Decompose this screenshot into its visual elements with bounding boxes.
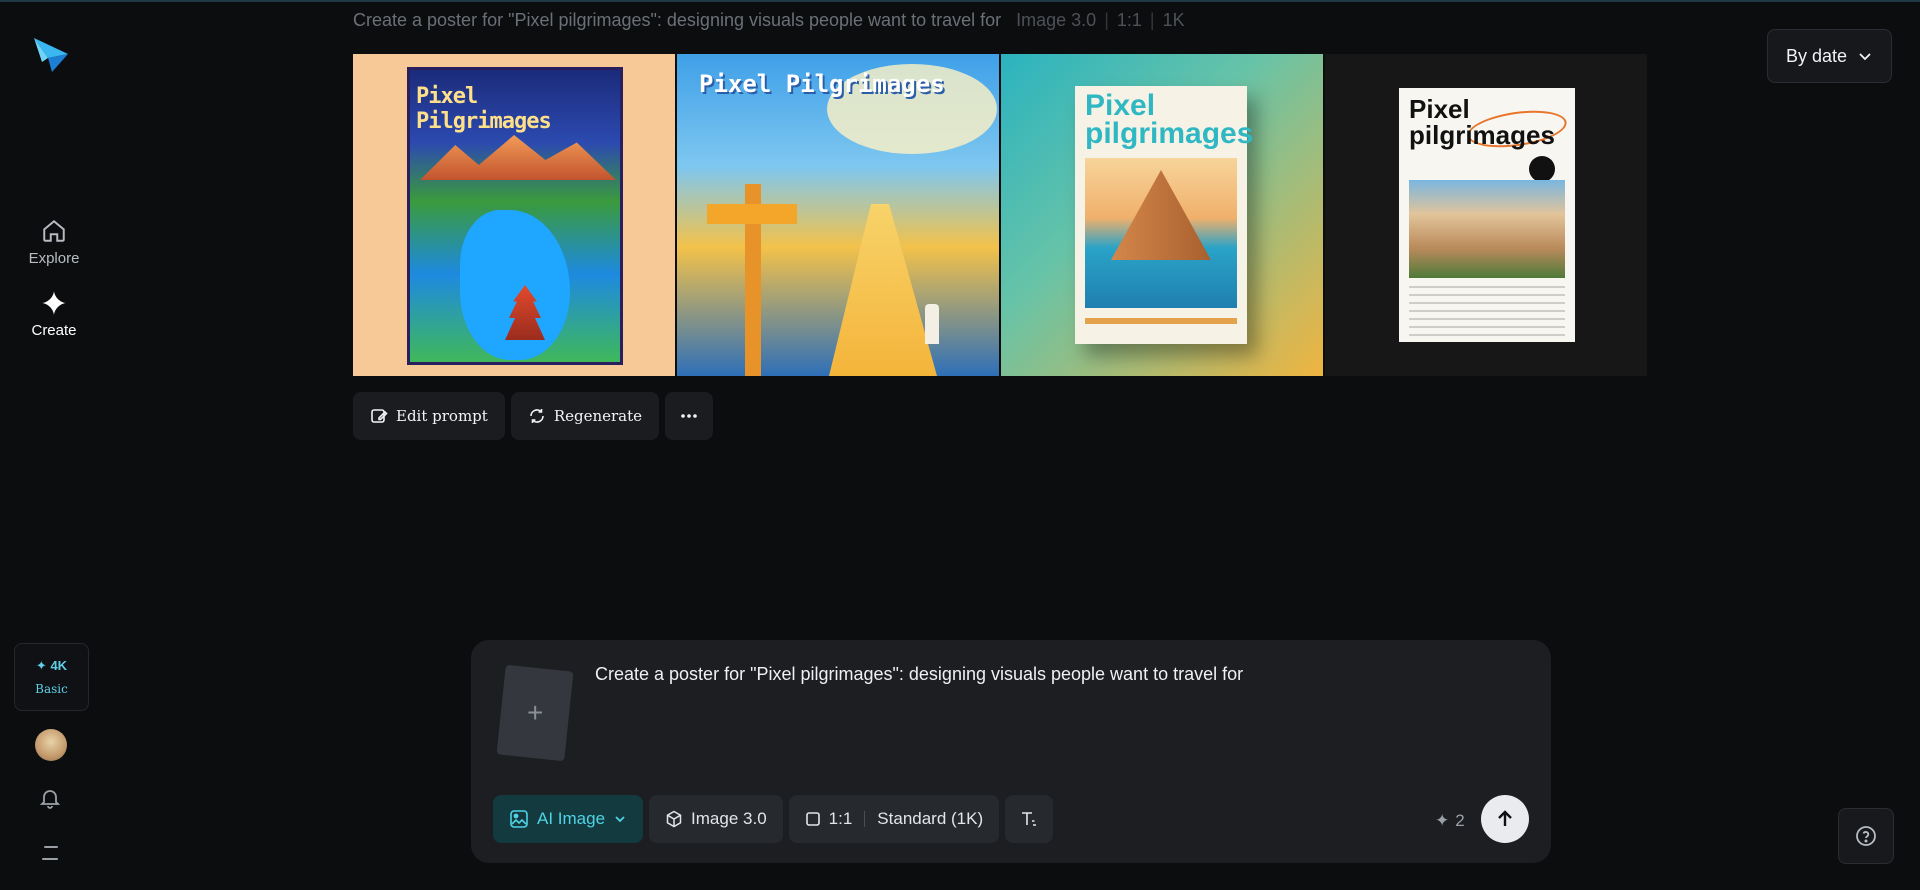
sidebar: Explore Create ✦ 4K Basic (0, 0, 108, 890)
edit-prompt-label: Edit prompt (396, 407, 488, 425)
poster-art: Pixel Pilgrimages (407, 67, 623, 365)
upload-reference-button[interactable]: + (496, 664, 574, 762)
sort-label: By date (1785, 45, 1848, 66)
prompt-composer: + Create a poster for "Pixel pilgrimages… (471, 640, 1551, 863)
plus-icon: + (526, 696, 544, 728)
mode-selector[interactable]: AI Image (493, 795, 644, 843)
sort-dropdown[interactable]: By date (1767, 29, 1892, 83)
top-border (0, 0, 1920, 2)
prompt-header-text: Create a poster for "Pixel pilgrimages":… (353, 10, 1002, 30)
prompt-header-ratio: 1:1 (1116, 10, 1142, 30)
town-scene (1409, 180, 1565, 278)
nav-create[interactable]: Create (14, 290, 94, 339)
more-horizontal-icon (681, 414, 697, 418)
credit-icon: ✦ (1435, 811, 1450, 830)
sign-shape (707, 204, 797, 224)
model-selector[interactable]: Image 3.0 (649, 795, 783, 843)
chevron-down-icon (1859, 53, 1871, 61)
image-actions: Edit prompt Regenerate (353, 392, 714, 440)
cube-icon (666, 810, 682, 828)
mode-label: AI Image (537, 809, 606, 828)
avatar[interactable] (35, 729, 67, 761)
more-options-button[interactable] (665, 392, 714, 440)
refresh-icon (530, 409, 544, 423)
prompt-header-model: Image 3.0 (1016, 10, 1097, 30)
pyramid-shape (1111, 170, 1211, 260)
body-text-lines (1409, 286, 1565, 336)
edit-icon (371, 409, 388, 423)
nav-create-label: Create (31, 322, 77, 339)
poster-art: Pixel pilgrimages (1075, 86, 1253, 344)
credits-badge[interactable]: ✦ 4K Basic (14, 643, 89, 711)
nav-explore[interactable]: Explore (14, 218, 94, 267)
poster-title: Pixel pilgrimages (1409, 94, 1555, 150)
ratio-label: 1:1 (828, 809, 853, 828)
edit-prompt-button[interactable]: Edit prompt (353, 392, 505, 440)
help-button[interactable] (1838, 808, 1894, 864)
model-label: Image 3.0 (691, 809, 767, 828)
help-icon (1856, 826, 1876, 846)
traveler-shape (925, 304, 939, 344)
text-icon (1022, 812, 1037, 826)
poster-scene (1085, 158, 1237, 308)
regenerate-label: Regenerate (553, 407, 643, 425)
poster-art: Pixel pilgrimages (1399, 88, 1575, 342)
chevron-down-icon (615, 816, 625, 823)
separator: | (1149, 10, 1155, 30)
sparkle-icon (42, 291, 66, 315)
generation-cost: ✦ 2 (1435, 811, 1465, 831)
composer-toolbar: AI Image Image 3.0 1:1 Standard (1K) (493, 795, 1054, 843)
regenerate-button[interactable]: Regenerate (510, 392, 660, 440)
nav-explore-label: Explore (28, 250, 80, 267)
prompt-header: Create a poster for "Pixel pilgrimages":… (353, 10, 1185, 31)
image-icon (510, 810, 528, 828)
mountains-shape (420, 135, 616, 180)
logo-icon[interactable] (30, 34, 72, 74)
aspect-quality-selector[interactable]: 1:1 Standard (1K) (788, 795, 1000, 843)
menu-icon[interactable] (40, 844, 62, 862)
road-shape (829, 204, 937, 376)
poster-title: Pixel Pilgrimages (416, 84, 552, 134)
bell-icon[interactable] (38, 786, 62, 810)
badge-shape (1529, 156, 1555, 182)
generated-image-1[interactable]: Pixel Pilgrimages (353, 54, 675, 376)
poster-footer (1085, 318, 1237, 324)
quality-label: Standard (1K) (877, 809, 984, 828)
divider (864, 811, 866, 827)
square-icon (805, 812, 820, 826)
text-effects-button[interactable] (1005, 795, 1054, 843)
poster-title: Pixel pilgrimages (1085, 89, 1254, 150)
cost-value: 2 (1455, 811, 1465, 830)
credits-amount: ✦ 4K (35, 658, 68, 673)
prompt-header-resolution: 1K (1162, 10, 1185, 30)
prompt-input[interactable]: Create a poster for "Pixel pilgrimages":… (595, 664, 1243, 685)
generated-image-3[interactable]: Pixel pilgrimages (1001, 54, 1323, 376)
generated-image-4[interactable]: Pixel pilgrimages (1325, 54, 1647, 376)
generated-image-2[interactable]: Pixel Pilgrimages (677, 54, 999, 376)
separator: | (1104, 10, 1109, 30)
image-gallery: Pixel Pilgrimages Pixel Pilgrimages Pixe… (353, 54, 1649, 376)
send-button[interactable] (1481, 795, 1529, 843)
plan-label: Basic (35, 682, 68, 696)
arrow-up-icon (1498, 810, 1512, 826)
home-icon (43, 219, 65, 242)
poster-title: Pixel Pilgrimages (699, 70, 945, 98)
